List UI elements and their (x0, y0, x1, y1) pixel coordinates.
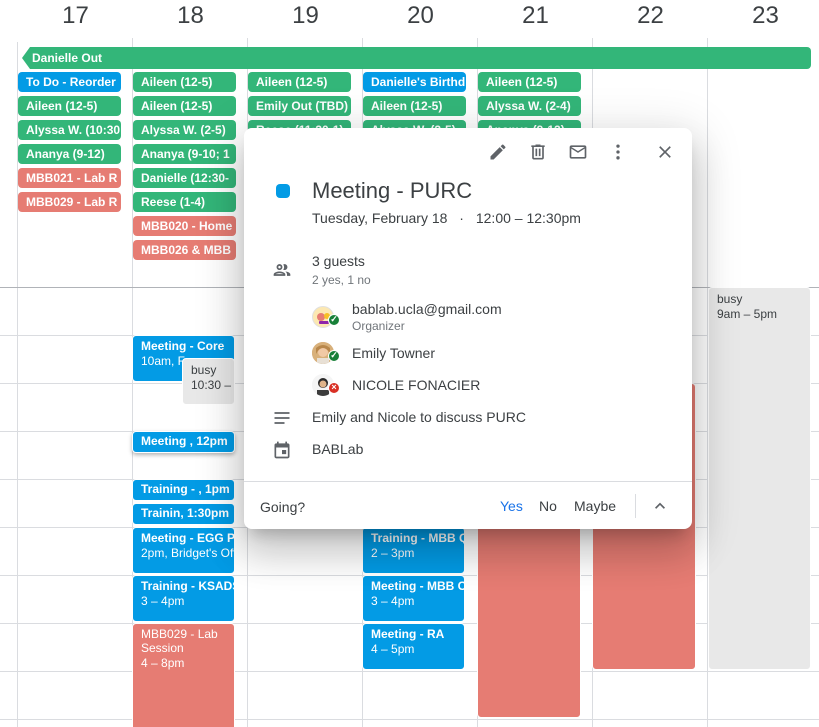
more-vert-icon (616, 144, 620, 160)
allday-chip[interactable]: Ananya (9-12) (18, 144, 121, 164)
going-label: Going? (260, 499, 306, 515)
allday-chip[interactable]: Ananya (9-10; 1 (133, 144, 236, 164)
close-icon (659, 146, 671, 158)
allday-chip[interactable]: MBB029 - Lab R (18, 192, 121, 212)
event-title: Meeting - Core (141, 339, 225, 353)
allday-chip[interactable]: Alyssa W. (2-4) (478, 96, 581, 116)
event-title: busy (191, 363, 217, 377)
calendar-icon (272, 440, 294, 462)
event-title: Meeting , 12pm (141, 434, 228, 448)
day-header-18[interactable]: 18 (133, 2, 248, 30)
event-title: Training - KSADS (141, 579, 235, 593)
close-button[interactable] (654, 141, 676, 163)
chevron-up-icon (655, 502, 665, 509)
allday-chip[interactable]: Danielle (12:30- (133, 168, 236, 188)
accepted-check-icon: ✓ (328, 314, 340, 326)
event-time: 2 – 3pm (371, 546, 415, 560)
event-meeting-egg[interactable]: Meeting - EGG Pr 2pm, Bridget's Off (132, 527, 235, 574)
guests-count[interactable]: 3 guests (312, 253, 365, 269)
event-meeting-mbb-cl[interactable]: Meeting - MBB Cl 3 – 4pm (362, 575, 465, 622)
email-guests-button[interactable] (567, 141, 589, 163)
allday-chip[interactable]: Aileen (12-5) (18, 96, 121, 116)
allday-chip[interactable]: To Do - Reorder (18, 72, 121, 92)
event-title: Meeting - RA (371, 627, 445, 641)
allday-chip[interactable]: Aileen (12-5) (248, 72, 351, 92)
event-training-130pm[interactable]: Trainin, 1:30pm (132, 503, 235, 525)
rsvp-yes-button[interactable]: Yes (500, 498, 523, 514)
day-header-22[interactable]: 22 (593, 2, 708, 30)
day-header-23[interactable]: 23 (708, 2, 819, 30)
event-time: 9am – 5pm (717, 307, 778, 321)
event-busy-9-5[interactable]: busy 9am – 5pm (708, 287, 811, 670)
event-color-swatch (276, 184, 290, 198)
allday-chip[interactable]: Alyssa W. (10:30 (18, 120, 121, 140)
event-title: busy (717, 292, 743, 306)
event-title: MBB029 - Lab Session (141, 627, 218, 655)
event-training-ksads[interactable]: Training - KSADS 3 – 4pm (132, 575, 235, 622)
event-title: Training - , 1pm (141, 482, 230, 496)
event-meeting-ra[interactable]: Meeting - RA 4 – 5pm (362, 623, 465, 670)
day-header-20[interactable]: 20 (363, 2, 478, 30)
allday-chip[interactable]: Reese (1-4) (133, 192, 236, 212)
event-title: Trainin, 1:30pm (141, 506, 230, 520)
rsvp-separator (635, 494, 636, 518)
event-title: Meeting - PURC (312, 178, 473, 203)
allday-chip[interactable]: Alyssa W. (2-5) (133, 120, 236, 140)
allday-chip[interactable]: MBB020 - Home (133, 216, 236, 236)
event-time: 3 – 4pm (141, 594, 185, 608)
allday-banner-danielle-out[interactable]: Danielle Out (22, 47, 811, 69)
calendar-name: BABLab (312, 441, 364, 457)
guests-icon (272, 260, 294, 282)
mail-icon (569, 145, 587, 159)
event-title: Meeting - EGG Pr (141, 531, 235, 545)
allday-chip[interactable]: Danielle's Birthd (363, 72, 466, 92)
declined-x-icon: × (328, 382, 340, 394)
guest-name[interactable]: bablab.ucla@gmail.com (352, 301, 502, 317)
guests-summary: 2 yes, 1 no (312, 273, 371, 287)
allday-chip[interactable]: Aileen (12-5) (363, 96, 466, 116)
allday-chip[interactable]: Aileen (12-5) (478, 72, 581, 92)
event-date: Tuesday, February 18 (312, 210, 448, 226)
event-training-1pm[interactable]: Training - , 1pm (132, 479, 235, 501)
datetime-separator: · (459, 210, 464, 226)
day-header-17[interactable]: 17 (18, 2, 133, 30)
event-time: 4 – 5pm (371, 642, 415, 656)
accepted-check-icon: ✓ (328, 350, 340, 362)
footer-divider (244, 481, 692, 482)
allday-chip[interactable]: Aileen (12-5) (133, 72, 236, 92)
allday-chip[interactable]: MBB021 - Lab R (18, 168, 121, 188)
event-time: 4 – 8pm (141, 656, 185, 670)
rsvp-expand-button[interactable] (649, 495, 671, 517)
trash-icon (531, 144, 545, 160)
event-busy-1030[interactable]: busy 10:30 – (182, 358, 235, 405)
event-time: 2pm, Bridget's Off (141, 546, 235, 560)
rsvp-no-button[interactable]: No (539, 498, 557, 514)
event-mbb029-lab-session[interactable]: MBB029 - Lab Session 4 – 8pm (132, 623, 235, 727)
day-header-19[interactable]: 19 (248, 2, 363, 30)
event-time: 10:30 – (191, 378, 232, 392)
event-detail-popup: Meeting - PURC Tuesday, February 18 · 12… (244, 128, 692, 529)
description-icon (272, 408, 294, 430)
edit-event-button[interactable] (487, 141, 509, 163)
guest-name[interactable]: NICOLE FONACIER (352, 377, 480, 393)
pencil-icon (490, 144, 506, 160)
event-title: Training - MBB Qu (371, 531, 464, 545)
event-description: Emily and Nicole to discuss PURC (312, 409, 526, 425)
rsvp-maybe-button[interactable]: Maybe (574, 498, 616, 514)
allday-chip[interactable]: Emily Out (TBD) (248, 96, 351, 116)
event-datetime: Tuesday, February 18 · 12:00 – 12:30pm (312, 210, 581, 226)
event-training-mbb-qu[interactable]: Training - MBB Qu 2 – 3pm (362, 527, 465, 574)
guest-name[interactable]: Emily Towner (352, 345, 435, 361)
event-time: 3 – 4pm (371, 594, 415, 608)
event-title: Meeting - MBB Cl (371, 579, 465, 593)
event-time: 12:00 – 12:30pm (475, 210, 581, 226)
day-header-21[interactable]: 21 (478, 2, 593, 30)
allday-chip[interactable]: Aileen (12-5) (133, 96, 236, 116)
delete-event-button[interactable] (527, 141, 549, 163)
guest-role: Organizer (352, 319, 405, 333)
more-options-button[interactable] (607, 141, 629, 163)
event-meeting-purc-selected[interactable]: Meeting , 12pm (132, 431, 235, 453)
allday-chip[interactable]: MBB026 & MBB (133, 240, 236, 260)
